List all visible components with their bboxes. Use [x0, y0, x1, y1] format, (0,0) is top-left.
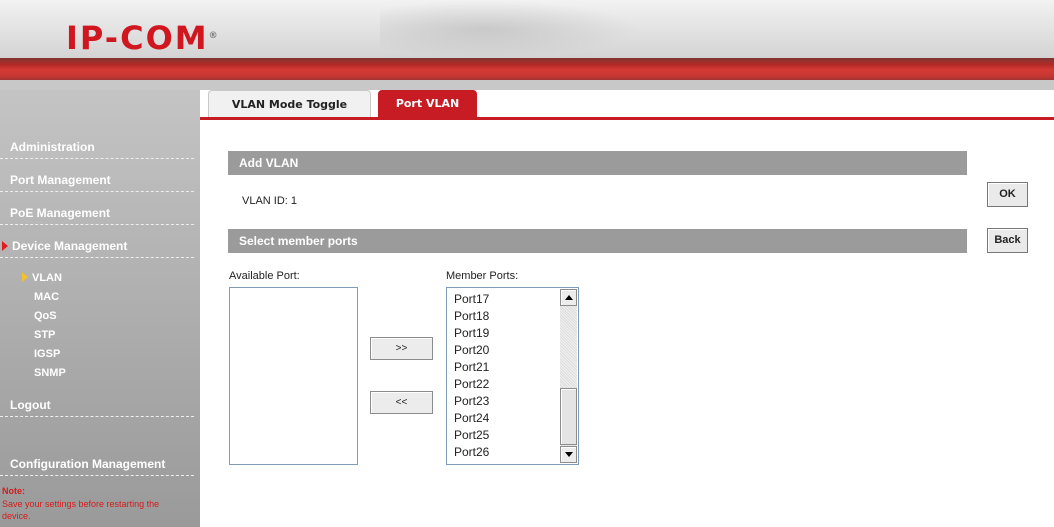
member-ports-listbox[interactable]: Port17 Port18 Port19 Port20 Port21 Port2…: [446, 287, 579, 465]
note-title: Note:: [2, 486, 25, 496]
sidebar-subitem-mac[interactable]: MAC: [0, 288, 59, 306]
list-item[interactable]: Port21: [454, 359, 489, 376]
list-item[interactable]: Port24: [454, 410, 489, 427]
triangle-up-icon: [565, 295, 573, 300]
ip-com-logo: IP-COM®: [66, 19, 218, 57]
back-button[interactable]: Back: [987, 228, 1028, 253]
tab-vlan-mode-toggle[interactable]: VLAN Mode Toggle: [208, 90, 371, 118]
sidebar-item-configuration-management[interactable]: Configuration Management: [0, 452, 194, 476]
sidebar-subitem-qos[interactable]: QoS: [0, 307, 57, 325]
list-item[interactable]: Port20: [454, 342, 489, 359]
remove-port-button[interactable]: <<: [370, 391, 433, 414]
header-gray-band: [0, 80, 1054, 90]
sidebar-item-administration[interactable]: Administration: [0, 135, 194, 159]
header: IP-COM®: [0, 0, 1054, 90]
list-item[interactable]: Port17: [454, 291, 489, 308]
sidebar-item-logout[interactable]: Logout: [0, 393, 194, 417]
sidebar-subitem-stp[interactable]: STP: [0, 326, 55, 344]
scroll-up-button[interactable]: [560, 289, 577, 306]
tab-bar: VLAN Mode Toggle Port VLAN: [200, 90, 1054, 120]
list-item[interactable]: Port23: [454, 393, 489, 410]
sidebar-subitem-vlan[interactable]: VLAN: [0, 269, 62, 287]
add-vlan-section-header: Add VLAN: [228, 151, 967, 175]
list-item[interactable]: Port22: [454, 376, 489, 393]
arrow-right-icon: [2, 241, 8, 251]
sidebar-subitem-igsp[interactable]: IGSP: [0, 345, 60, 363]
list-item[interactable]: Port18: [454, 308, 489, 325]
sidebar-item-device-management[interactable]: Device Management: [0, 234, 194, 258]
member-ports-label: Member Ports:: [446, 270, 519, 282]
select-member-ports-section-header: Select member ports: [228, 229, 967, 253]
list-item[interactable]: Port19: [454, 325, 489, 342]
triangle-down-icon: [565, 452, 573, 457]
available-port-listbox[interactable]: [229, 287, 358, 465]
sidebar-subitem-snmp[interactable]: SNMP: [0, 364, 66, 382]
tab-port-vlan[interactable]: Port VLAN: [378, 90, 477, 118]
sidebar-item-poe-management[interactable]: PoE Management: [0, 201, 194, 225]
ok-button[interactable]: OK: [987, 182, 1028, 207]
world-map-graphic: [380, 0, 640, 58]
scrollbar-thumb[interactable]: [560, 388, 577, 445]
available-port-label: Available Port:: [229, 270, 300, 282]
scroll-down-button[interactable]: [560, 446, 577, 463]
vlan-id-text: VLAN ID: 1: [242, 195, 298, 207]
add-port-button[interactable]: >>: [370, 337, 433, 360]
sidebar-item-port-management[interactable]: Port Management: [0, 168, 194, 192]
list-item[interactable]: Port25: [454, 427, 489, 444]
list-item[interactable]: Port26: [454, 444, 489, 461]
header-red-band: [0, 58, 1054, 80]
sidebar: Administration Port Management PoE Manag…: [0, 90, 200, 527]
vertical-scrollbar[interactable]: [560, 289, 577, 463]
arrow-right-icon: [22, 272, 28, 282]
tab-underline: [200, 117, 1054, 120]
note-text: Save your settings before restarting the…: [2, 499, 160, 521]
